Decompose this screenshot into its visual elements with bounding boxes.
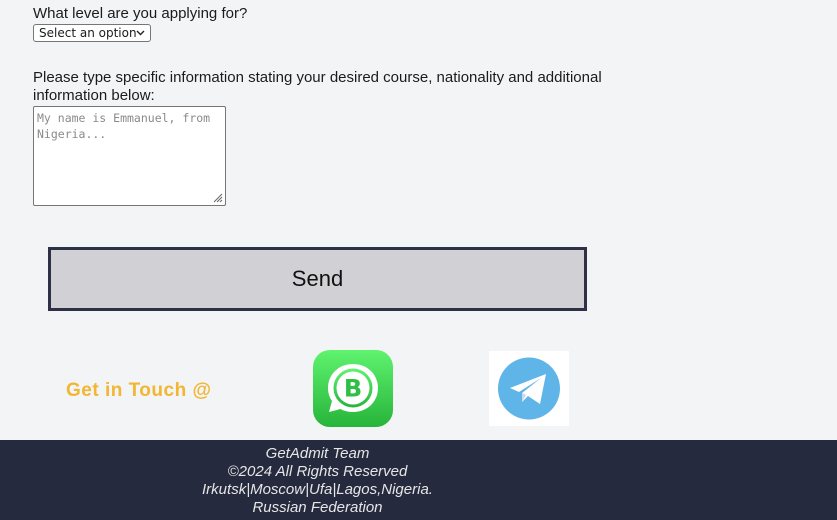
footer-copyright: ©2024 All Rights Reserved [227, 463, 408, 480]
page: What level are you applying for? Select … [0, 0, 837, 520]
level-select[interactable]: Select an option [33, 24, 151, 42]
info-textarea[interactable]: My name is Emmanuel, from Nigeria... [33, 106, 226, 206]
footer-country: Russian Federation [252, 499, 383, 516]
telegram-icon[interactable] [489, 351, 569, 426]
svg-text:B: B [344, 375, 362, 403]
footer: GetAdmit Team ©2024 All Rights Reserved … [0, 440, 837, 520]
send-button[interactable]: Send [48, 247, 587, 311]
info-textarea-placeholder: My name is Emmanuel, from Nigeria... [37, 111, 211, 141]
level-question-label: What level are you applying for? [33, 5, 248, 22]
info-question-label: Please type specific information stating… [33, 69, 602, 104]
chevron-down-icon [136, 25, 145, 47]
level-select-value: Select an option [39, 26, 137, 40]
get-in-touch-heading: Get in Touch @ [66, 380, 212, 401]
footer-team: GetAdmit Team [265, 445, 370, 462]
footer-cities: Irkutsk|Moscow|Ufa|Lagos,Nigeria. [202, 481, 433, 498]
whatsapp-business-icon[interactable]: B [313, 350, 393, 427]
resize-grip-icon[interactable] [211, 191, 223, 203]
